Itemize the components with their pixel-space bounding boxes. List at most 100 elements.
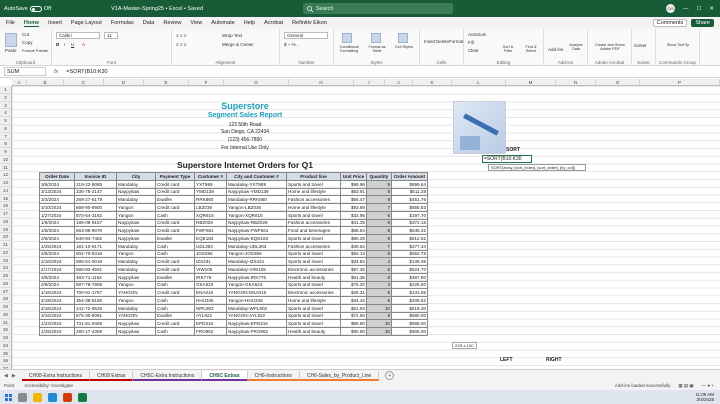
table-cell[interactable]: Naypyitaw-EQE183 — [226, 234, 287, 243]
table-cell[interactable]: Credit card — [155, 226, 195, 235]
table-cell[interactable]: $225.60 — [391, 280, 428, 290]
table-cell[interactable]: Mandalay — [116, 241, 156, 251]
table-cell[interactable]: Naypyitaw — [116, 327, 156, 336]
row-header-10[interactable]: 10 — [0, 155, 12, 164]
conditional-formatting-button[interactable]: Conditional Formatting — [336, 45, 362, 53]
table-cell[interactable]: Naypyitaw — [116, 234, 156, 243]
column-header-m[interactable]: M — [506, 79, 556, 86]
table-cell[interactable]: XQR615 — [194, 210, 227, 220]
tab-page-layout[interactable]: Page Layout — [71, 20, 102, 26]
table-cell[interactable]: Credit card — [155, 319, 195, 328]
sheet-tab-ch6-instructions[interactable]: CH6-Instructions — [247, 370, 300, 381]
table-cell[interactable]: Electronic accessories — [286, 288, 341, 297]
table-cell[interactable]: $277.34 — [391, 241, 428, 251]
table-cell[interactable]: Yangon-XQR615 — [226, 210, 287, 220]
table-cell[interactable]: Mandalay — [116, 265, 156, 274]
table-cell[interactable]: Yangon — [116, 296, 156, 305]
table-cell[interactable]: Sports and travel — [286, 234, 341, 243]
table-cell[interactable]: 6 — [366, 265, 392, 274]
sort-filter-button[interactable]: Sort & Filter — [498, 45, 518, 53]
table-cell[interactable]: IRK776 — [194, 272, 227, 282]
tab-formulas[interactable]: Formulas — [111, 20, 134, 26]
table-cell[interactable]: $139.36 — [391, 257, 428, 266]
currency-icons[interactable]: $ ~ % , — [284, 42, 298, 47]
row-header-36[interactable]: 36 — [0, 357, 12, 365]
insert-cells-button[interactable]: Insert — [424, 39, 435, 44]
table-cell[interactable]: 7 — [366, 203, 392, 212]
windows-start-icon[interactable] — [5, 393, 12, 401]
table-cell[interactable]: Sports and travel — [286, 179, 341, 189]
font-size-select[interactable]: 11 — [104, 32, 118, 39]
table-cell[interactable]: Naypyitaw — [116, 187, 156, 197]
table-cell[interactable]: Ewallet — [155, 195, 195, 204]
table-cell[interactable]: 4 — [366, 257, 392, 266]
table-cell[interactable]: $89.80 — [340, 319, 367, 328]
table-cell[interactable]: 3/16/2024 — [39, 311, 75, 321]
formula-input[interactable]: =SORT(B10:K30 — [66, 69, 107, 75]
table-cell[interactable]: GKA523 — [194, 280, 227, 290]
table-cell[interactable]: 181-10-6171 — [74, 241, 117, 251]
table-cell[interactable]: 2/16/2024 — [39, 303, 75, 313]
format-cells-button[interactable]: Format — [449, 39, 463, 44]
row-header-2[interactable]: 2 — [0, 93, 12, 102]
table-cell[interactable]: Health and beauty — [286, 272, 341, 282]
paste-button[interactable]: Paste — [5, 48, 17, 53]
column-header-f[interactable]: F — [189, 79, 224, 86]
column-header-h[interactable]: H — [289, 79, 354, 86]
table-cell[interactable]: 10 — [366, 319, 392, 328]
tab-help[interactable]: Help — [244, 20, 255, 26]
row-header-16[interactable]: 16 — [0, 202, 12, 210]
row-header-32[interactable]: 32 — [0, 326, 12, 334]
table-cell[interactable]: $552.78 — [391, 249, 428, 259]
table-cell[interactable]: Health and beauty — [286, 327, 341, 336]
column-header-k[interactable]: K — [413, 79, 452, 86]
table-cell[interactable]: $26.31 — [340, 288, 367, 297]
user-avatar[interactable]: OG — [665, 4, 675, 13]
table-cell[interactable]: 2/8/2024 — [39, 280, 75, 290]
column-header-d[interactable]: D — [104, 79, 144, 86]
column-header-p[interactable]: P — [640, 79, 720, 86]
table-cell[interactable]: 3/3/2024 — [39, 195, 75, 204]
table-cell[interactable]: Cash — [155, 296, 195, 305]
table-cell[interactable]: $487.80 — [391, 272, 428, 282]
table-cell[interactable]: $32.95 — [340, 210, 367, 220]
search-taskbar-icon[interactable] — [18, 392, 27, 402]
table-cell[interactable]: $511.28 — [391, 187, 428, 197]
table-cell[interactable]: 483-71-1164 — [74, 272, 117, 282]
table-cell[interactable]: Home and lifestyle — [286, 203, 341, 212]
table-cell[interactable]: $92.13 — [340, 249, 367, 259]
table-cell[interactable]: $72.50 — [340, 311, 367, 321]
table-cell[interactable]: 1/8/2024 — [39, 226, 75, 235]
table-cell[interactable]: $93.69 — [340, 203, 367, 212]
sheet-tab-ch5c-extra-instructions[interactable]: CH5C-Extra Instructions — [133, 370, 203, 381]
table-cell[interactable]: 590-83-4591 — [74, 265, 117, 274]
table-cell[interactable]: Yangon — [116, 249, 156, 259]
tab-file[interactable]: File — [6, 20, 15, 26]
copy-button[interactable]: Copy — [22, 40, 33, 45]
column-header-l[interactable]: L — [452, 79, 506, 86]
excel-taskbar-icon[interactable] — [78, 392, 87, 402]
table-cell[interactable]: $90.28 — [340, 234, 367, 243]
row-header-4[interactable]: 4 — [0, 109, 12, 117]
table-cell[interactable]: UDL363 — [194, 241, 227, 251]
tab-home[interactable]: Home — [23, 20, 40, 27]
row-header-34[interactable]: 34 — [0, 341, 12, 350]
table-cell[interactable]: 336-78-2147 — [74, 187, 117, 197]
table-cell[interactable]: 2/10/2024 — [39, 257, 75, 266]
table-cell[interactable]: 700-81-1757 — [74, 288, 117, 297]
table-cell[interactable]: $898.00 — [391, 319, 428, 328]
table-cell[interactable]: Mandalay-IZS431 — [226, 257, 287, 266]
table-cell[interactable]: 575-30-8091 — [74, 311, 117, 321]
column-header-g[interactable]: G — [224, 79, 289, 86]
table-cell[interactable]: 2/17/2024 — [39, 265, 75, 274]
table-cell[interactable]: Fashion accessories — [286, 241, 341, 251]
font-select[interactable]: Calibri — [56, 32, 100, 39]
row-header-11[interactable]: 11 — [0, 163, 12, 172]
autosave-toggle[interactable]: AutoSave Off — [4, 5, 51, 12]
row-header-33[interactable]: 33 — [0, 334, 12, 342]
underline-icon[interactable]: U — [71, 42, 74, 47]
sheet-tab-ch6-sales-by-product-line[interactable]: CH6-Sales_by_Product_Line — [299, 370, 380, 381]
table-cell[interactable]: RBZ029 — [194, 218, 227, 228]
table-cell[interactable]: Fashion accessories — [286, 195, 341, 204]
row-header-1[interactable]: 1 — [0, 86, 12, 94]
